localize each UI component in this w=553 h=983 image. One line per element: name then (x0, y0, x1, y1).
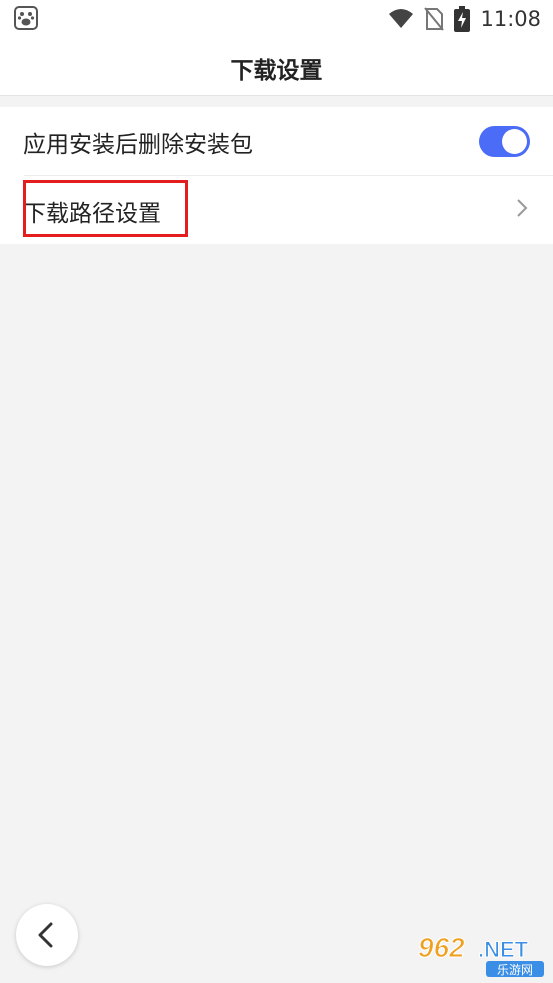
back-button[interactable] (16, 904, 78, 966)
svg-text:.NET: .NET (478, 937, 529, 962)
watermark-logo: 962 .NET 乐游网 (418, 932, 544, 977)
toggle-knob (502, 129, 527, 154)
svg-text:962: 962 (418, 932, 465, 963)
setting-delete-package[interactable]: 应用安装后删除安装包 (0, 107, 553, 176)
header: 下载设置 (0, 38, 553, 96)
setting-label: 应用安装后删除安装包 (23, 132, 253, 158)
clock: 11:08 (480, 7, 541, 31)
status-bar: 11:08 (0, 0, 553, 38)
delete-package-toggle[interactable] (479, 126, 530, 157)
svg-text:乐游网: 乐游网 (497, 963, 533, 977)
wifi-icon (389, 9, 414, 28)
chevron-left-icon (38, 922, 53, 948)
highlight-box (23, 180, 188, 237)
baidu-app-icon (14, 6, 38, 30)
battery-charging-icon (454, 6, 471, 32)
no-sim-icon (424, 7, 445, 31)
chevron-right-icon (517, 199, 528, 217)
page-title: 下载设置 (230, 58, 323, 84)
